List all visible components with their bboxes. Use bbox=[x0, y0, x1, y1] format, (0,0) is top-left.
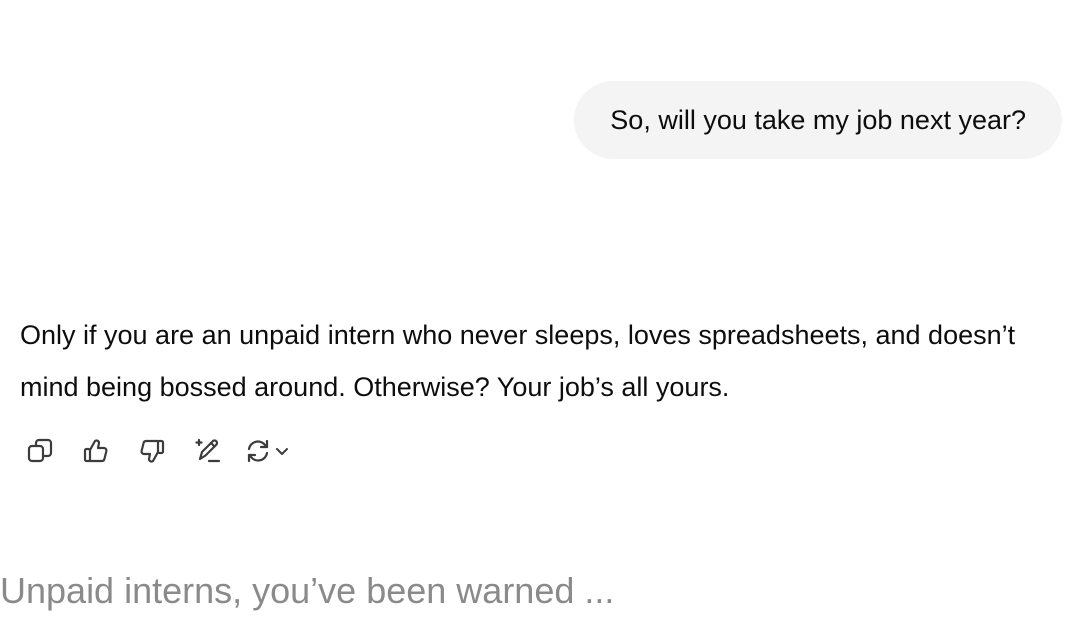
regenerate-icon bbox=[244, 437, 272, 470]
thumbs-down-icon bbox=[138, 437, 166, 470]
thumbs-up-icon bbox=[82, 437, 110, 470]
thumbs-up-button[interactable] bbox=[76, 433, 116, 473]
copy-icon bbox=[26, 437, 54, 470]
regenerate-button[interactable] bbox=[244, 433, 290, 473]
message-action-bar bbox=[20, 433, 290, 473]
copy-button[interactable] bbox=[20, 433, 60, 473]
caption-text: Unpaid interns, you’ve been warned ... bbox=[0, 570, 615, 611]
thumbs-down-button[interactable] bbox=[132, 433, 172, 473]
user-message-bubble: So, will you take my job next year? bbox=[574, 81, 1062, 159]
assistant-message-text: Only if you are an unpaid intern who nev… bbox=[20, 320, 1016, 402]
chevron-down-icon bbox=[272, 443, 290, 464]
edit-sparkle-icon bbox=[194, 437, 222, 470]
user-message-text: So, will you take my job next year? bbox=[610, 104, 1026, 135]
edit-in-canvas-button[interactable] bbox=[188, 433, 228, 473]
